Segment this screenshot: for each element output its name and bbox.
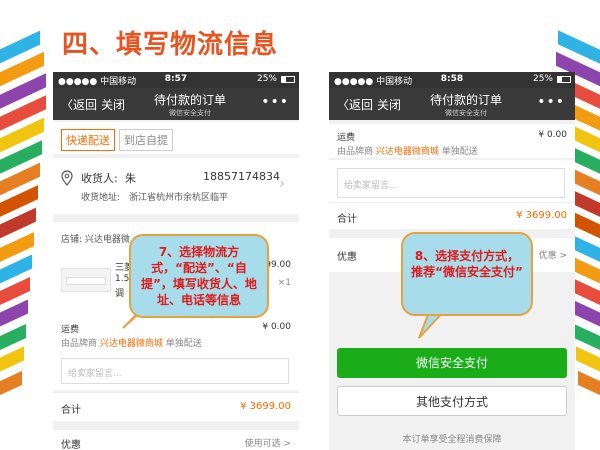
discount-action: 优惠 >	[538, 251, 567, 261]
product-price: 99.00	[265, 260, 291, 270]
product-quantity: ×1	[277, 278, 291, 288]
shipping-row: 运费 由品牌商 兴达电器微商城 单独配送 ¥ 0.00	[329, 124, 575, 158]
discount-action: 使用可选 >	[244, 439, 291, 449]
status-bar: ●●●●● 中国移动 8:58 25%	[329, 72, 575, 88]
left-phone-screenshot: ●●●●● 中国移动 8:57 25% 〈返回 关闭 待付款的订单 微信安全支付…	[53, 72, 299, 450]
seller-message-input[interactable]: 给卖家留言...	[61, 358, 289, 384]
total-amount: ¥ 3699.00	[240, 401, 291, 412]
location-pin-icon	[61, 170, 73, 186]
shipping-source: 由品牌商 兴达电器微商城 单独配送	[61, 339, 202, 349]
receiver-name: 朱	[125, 172, 136, 185]
total-row: 合计 ¥ 3699.00	[53, 392, 299, 421]
chevron-right-icon: ›	[279, 176, 285, 192]
close-button[interactable]: 关闭	[101, 96, 125, 113]
discount-label: 优惠	[337, 252, 357, 263]
nav-subtitle: 微信安全支付	[169, 109, 211, 117]
back-button[interactable]: 〈返回	[61, 96, 97, 113]
nav-subtitle: 微信安全支付	[445, 109, 487, 117]
other-pay-button[interactable]: 其他支付方式	[337, 386, 567, 416]
close-button[interactable]: 关闭	[377, 96, 401, 113]
total-label: 合计	[61, 405, 81, 416]
shipping-row: 运费 由品牌商 兴达电器微商城 单独配送 ¥ 0.00	[53, 318, 299, 354]
message-row: 给卖家留言...	[53, 354, 299, 390]
more-icon[interactable]: •••	[261, 94, 289, 110]
receiver-phone: 18857174834	[203, 170, 280, 183]
shipping-label: 运费	[337, 133, 356, 143]
battery-percent: 25%	[256, 74, 277, 84]
battery-icon	[557, 76, 571, 83]
address-value: 浙江省杭州市余杭区临平	[129, 193, 229, 203]
message-row: 给卖家留言...	[329, 160, 575, 202]
delivery-tabs: 快递配送 到店自提	[53, 122, 299, 154]
product-thumbnail	[61, 268, 111, 292]
footer-guarantee: 本订单享受全程消费保障	[402, 435, 502, 445]
product-spec-1: 1.5	[115, 274, 130, 284]
shipping-fee: ¥ 0.00	[538, 130, 567, 140]
nav-bar: 〈返回 关闭 待付款的订单 微信安全支付 •••	[329, 88, 575, 120]
total-label: 合计	[337, 214, 357, 225]
product-spec-2: 调	[115, 289, 125, 299]
status-bar: ●●●●● 中国移动 8:57 25%	[53, 72, 299, 88]
shipping-label: 运费	[61, 325, 80, 335]
shipping-fee: ¥ 0.00	[262, 322, 291, 332]
right-phone-screenshot: ●●●●● 中国移动 8:58 25% 〈返回 关闭 待付款的订单 微信安全支付…	[329, 72, 575, 450]
callout-step-8: 8、选择支付方式，推荐“微信安全支付”	[401, 232, 533, 316]
wechat-pay-button[interactable]: 微信安全支付	[337, 348, 567, 378]
tab-store-pickup[interactable]: 到店自提	[119, 129, 173, 151]
total-row: 合计 ¥ 3699.00	[329, 202, 575, 229]
back-button[interactable]: 〈返回	[337, 96, 373, 113]
shipping-source: 由品牌商 兴达电器微商城 单独配送	[337, 147, 478, 157]
tab-express-delivery[interactable]: 快递配送	[61, 129, 115, 151]
slide-title: 四、填写物流信息	[62, 30, 279, 60]
store-name: 店铺: 兴达电器微	[61, 235, 130, 245]
address-card[interactable]: 收货人: 朱 18857174834 收货地址: 浙江省杭州市余杭区临平 ›	[53, 158, 299, 214]
discount-row[interactable]: 优惠 使用可选 >	[53, 430, 299, 450]
address-label: 收货地址:	[81, 193, 121, 203]
total-amount: ¥ 3699.00	[516, 210, 567, 221]
discount-label: 优惠	[61, 440, 81, 450]
callout-step-7: 7、选择物流方式，“配送”、“自提”，填写收货人、地址、电话等信息	[129, 234, 269, 318]
battery-icon	[281, 76, 295, 83]
seller-message-input[interactable]: 给卖家留言...	[337, 168, 565, 198]
nav-title: 待付款的订单	[153, 93, 226, 107]
receiver-label: 收货人:	[81, 172, 118, 185]
nav-title: 待付款的订单	[429, 93, 502, 107]
battery-percent: 25%	[532, 74, 553, 84]
more-icon[interactable]: •••	[537, 94, 565, 110]
nav-bar: 〈返回 关闭 待付款的订单 微信安全支付 •••	[53, 88, 299, 120]
